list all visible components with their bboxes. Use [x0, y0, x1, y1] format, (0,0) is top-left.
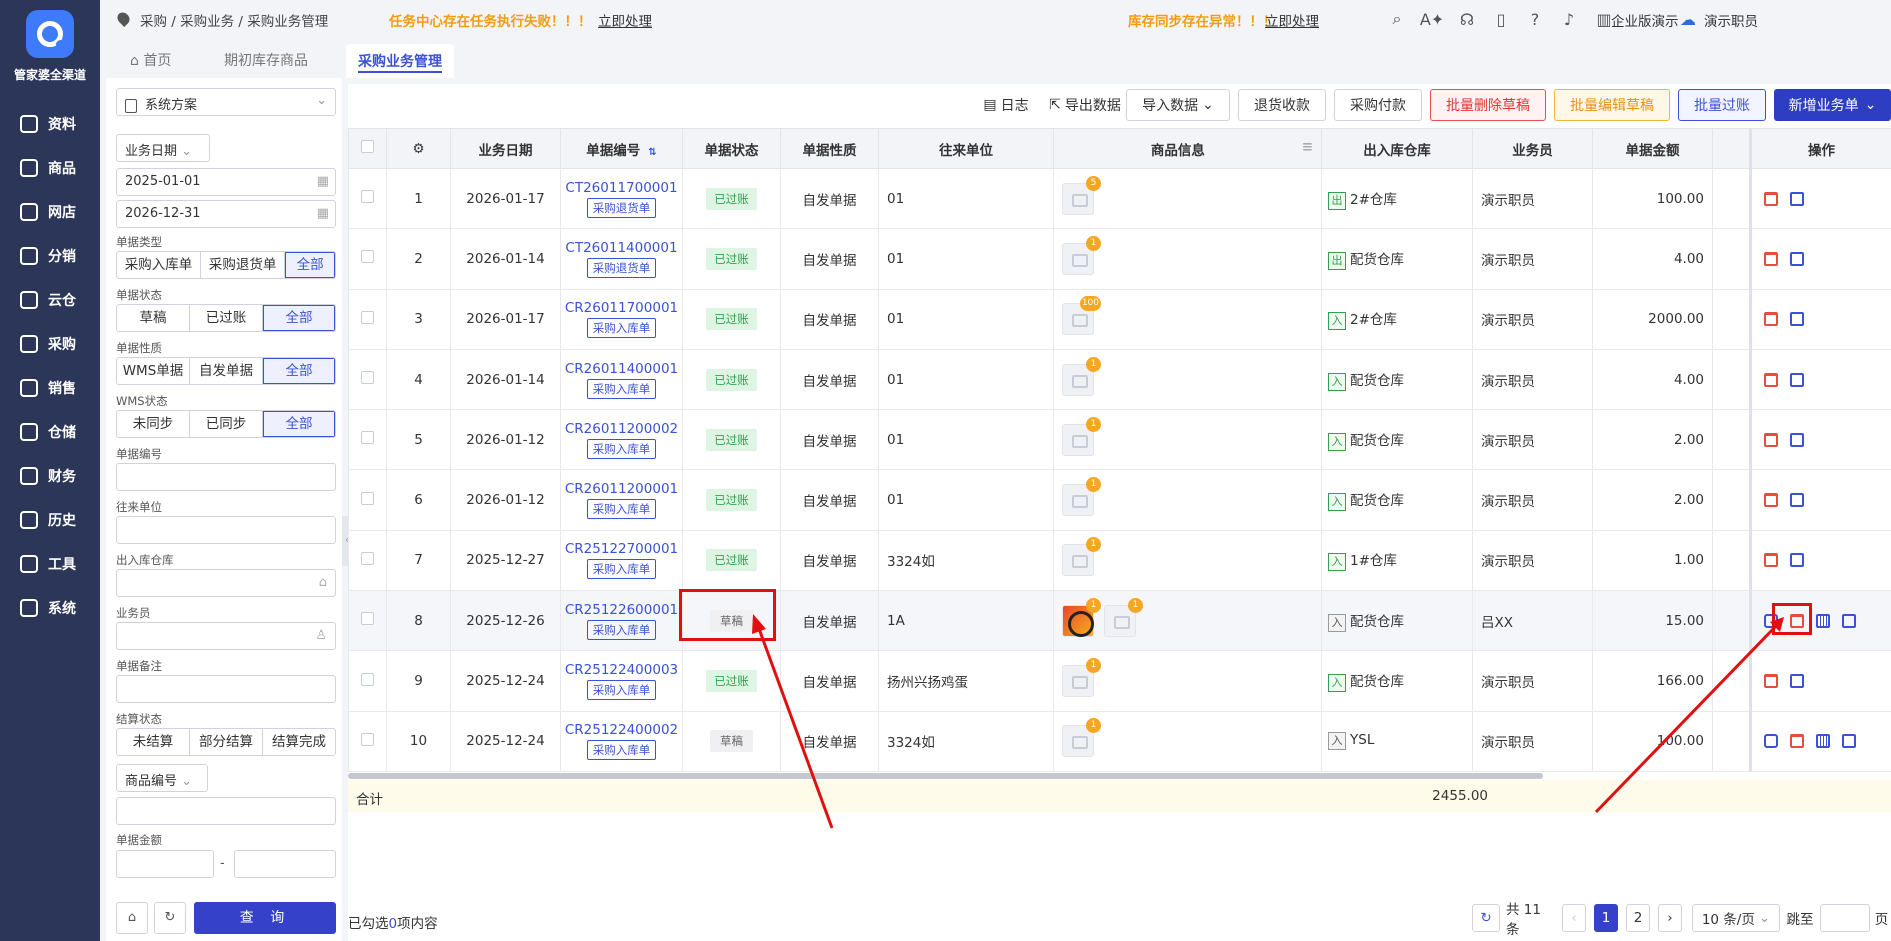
annotation-arrows	[752, 614, 1784, 829]
